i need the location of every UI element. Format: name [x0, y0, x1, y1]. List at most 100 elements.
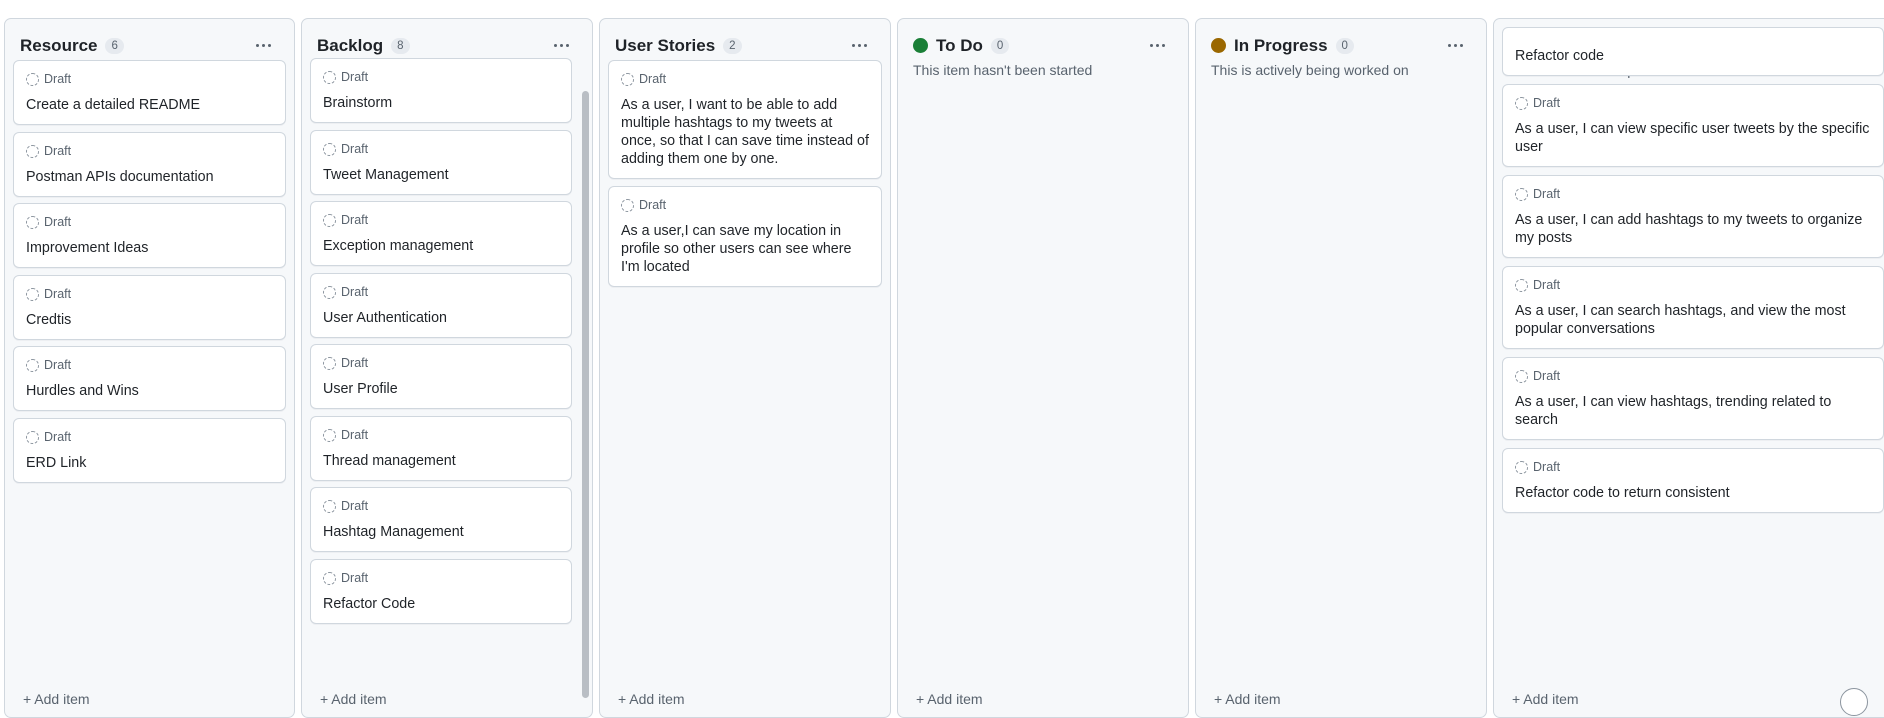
- draft-dashed-circle-icon: [323, 142, 336, 156]
- draft-dashed-circle-icon: [26, 430, 39, 444]
- item-count-badge: 8: [391, 38, 410, 54]
- add-item-button[interactable]: + Add item: [1214, 691, 1281, 707]
- card-item[interactable]: Draft Hashtag Management: [310, 487, 572, 552]
- draft-label: Draft: [44, 286, 72, 301]
- card-title[interactable]: Refactor Code: [323, 595, 559, 613]
- card-item[interactable]: Draft ERD Link: [13, 417, 286, 483]
- draft-status: Draft: [323, 284, 559, 300]
- item-count-badge: 0: [990, 38, 1010, 54]
- draft-dashed-circle-icon: [1515, 461, 1528, 474]
- add-item-button[interactable]: + Add item: [1512, 691, 1579, 707]
- draft-dashed-circle-icon: [323, 428, 336, 442]
- item-count-badge: 6: [105, 38, 124, 54]
- draft-label: Draft: [1533, 187, 1561, 201]
- kebab-menu-icon[interactable]: [1444, 33, 1468, 57]
- column-title-text: In Progress: [1234, 36, 1328, 55]
- draft-status: Draft: [323, 141, 559, 157]
- card-title[interactable]: Postman APIs documentation: [26, 168, 273, 186]
- card-title[interactable]: User Authentication: [323, 309, 559, 327]
- card-title[interactable]: Exception management: [323, 237, 559, 255]
- card-item[interactable]: Draft User Profile: [310, 344, 572, 409]
- card-item[interactable]: Draft Brainstorm: [310, 58, 572, 123]
- card-title[interactable]: Improvement Ideas: [26, 239, 273, 257]
- card-item[interactable]: Draft As a user, I can view specific user…: [1502, 84, 1884, 167]
- draft-label: Draft: [341, 499, 369, 513]
- draft-dashed-circle-icon: [26, 287, 39, 301]
- draft-status: Draft: [621, 71, 869, 87]
- draft-dashed-circle-icon: [323, 285, 336, 299]
- card-item[interactable]: Draft As a user, I can search hashtags, a…: [1502, 266, 1884, 349]
- card-item[interactable]: Draft As a user,I can save my location in…: [608, 186, 882, 287]
- status-dot-icon: [1211, 38, 1226, 53]
- card-item[interactable]: Draft Refactor Code: [310, 558, 572, 624]
- card-title[interactable]: Thread management: [323, 452, 559, 470]
- card-item[interactable]: Draft Postman APIs documentation: [13, 131, 286, 197]
- add-item-button[interactable]: + Add item: [320, 691, 387, 707]
- card-list: Refactor code Draft As a user, I can view …: [1502, 27, 1884, 521]
- draft-dashed-circle-icon: [323, 571, 336, 585]
- card-list: Draft Create a detailed README Draft Postma…: [13, 60, 286, 489]
- card-list: Draft Brainstorm Draft Tweet Management Draf…: [310, 58, 572, 630]
- card-item[interactable]: Draft Exception management: [310, 201, 572, 266]
- status-dot-icon: [913, 38, 928, 53]
- card-item[interactable]: Draft Credtis: [13, 274, 286, 340]
- card-item[interactable]: Draft User Authentication: [310, 272, 572, 338]
- card-item[interactable]: Draft As a user, I can view hashtags, tre…: [1502, 357, 1884, 440]
- card-item[interactable]: Refactor code: [1502, 27, 1884, 76]
- card-item[interactable]: Draft As a user, I want to be able to add…: [608, 60, 882, 179]
- kebab-menu-icon[interactable]: [252, 33, 276, 57]
- column-title: Backlog 8: [317, 33, 410, 59]
- card-item[interactable]: Draft Tweet Management: [310, 129, 572, 195]
- card-title[interactable]: As a user, I want to be able to add mult…: [621, 96, 869, 168]
- card-title[interactable]: As a user, I can search hashtags, and vi…: [1515, 302, 1871, 338]
- draft-status: Draft: [26, 71, 273, 87]
- card-title[interactable]: As a user, I can view hashtags, trending…: [1515, 393, 1871, 429]
- draft-status: Draft: [1515, 277, 1871, 293]
- card-title[interactable]: Refactor code: [1515, 47, 1871, 65]
- card-title[interactable]: Credtis: [26, 311, 273, 329]
- draft-status: Draft: [1515, 186, 1871, 202]
- column-title-text: To Do: [936, 36, 983, 55]
- card-item[interactable]: Draft Create a detailed README: [13, 60, 286, 125]
- card-title[interactable]: Hashtag Management: [323, 523, 559, 541]
- kebab-menu-icon[interactable]: [848, 33, 872, 57]
- draft-status: Draft: [1515, 459, 1871, 475]
- card-item[interactable]: Draft Thread management: [310, 415, 572, 481]
- card-title[interactable]: Tweet Management: [323, 166, 559, 184]
- kebab-menu-icon[interactable]: [550, 33, 574, 57]
- draft-label: Draft: [639, 198, 667, 212]
- kebab-menu-icon[interactable]: [1146, 33, 1170, 57]
- draft-dashed-circle-icon: [323, 500, 336, 513]
- column-title-text: User Stories: [615, 36, 716, 55]
- card-title[interactable]: Brainstorm: [323, 94, 559, 112]
- scrollbar[interactable]: [582, 91, 589, 698]
- card-title[interactable]: As a user, I can add hashtags to my twee…: [1515, 211, 1871, 247]
- item-count-badge: 0: [1335, 38, 1354, 54]
- card-item[interactable]: Draft Improvement Ideas: [13, 203, 286, 268]
- card-title[interactable]: ERD Link: [26, 454, 273, 472]
- add-item-button[interactable]: + Add item: [916, 691, 983, 707]
- card-item[interactable]: Draft Hurdles and Wins: [13, 346, 286, 411]
- card-title[interactable]: As a user,I can save my location in prof…: [621, 222, 869, 276]
- card-title[interactable]: Create a detailed README: [26, 96, 273, 114]
- card-title[interactable]: As a user, I can view specific user twee…: [1515, 120, 1871, 156]
- card-item[interactable]: Draft Refactor code to return consistent: [1502, 448, 1884, 513]
- add-item-button[interactable]: + Add item: [618, 691, 685, 707]
- avatar[interactable]: [1840, 688, 1868, 716]
- draft-label: Draft: [341, 427, 369, 442]
- card-title[interactable]: Refactor code to return consistent: [1515, 484, 1871, 502]
- column-title: User Stories 2: [615, 33, 742, 59]
- column-done: DoneThis has been completedRefactor code…: [1493, 18, 1884, 718]
- card-title[interactable]: User Profile: [323, 380, 559, 398]
- card-item[interactable]: Draft As a user, I can add hashtags to my…: [1502, 175, 1884, 258]
- add-item-button[interactable]: + Add item: [23, 691, 90, 707]
- draft-status: Draft: [323, 498, 559, 514]
- card-title[interactable]: Hurdles and Wins: [26, 382, 273, 400]
- draft-label: Draft: [1533, 460, 1561, 474]
- draft-label: Draft: [1533, 278, 1561, 292]
- draft-label: Draft: [639, 72, 667, 86]
- draft-status: Draft: [323, 355, 559, 371]
- column-resource: Resource 6 Draft Create a detailed README Dr…: [4, 18, 295, 718]
- draft-dashed-circle-icon: [26, 216, 39, 229]
- draft-label: Draft: [1533, 96, 1561, 110]
